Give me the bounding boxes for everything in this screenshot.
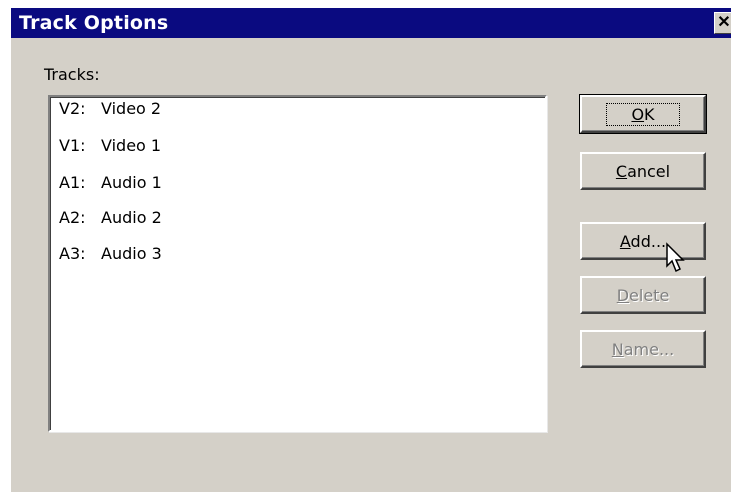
list-item[interactable]: V2: Video 2 <box>59 97 161 121</box>
title-bar[interactable]: Track Options ✕ <box>11 8 731 38</box>
name-button-label: Name... <box>611 339 675 359</box>
tracks-label: Tracks: <box>44 65 100 84</box>
ok-button[interactable]: OK <box>579 94 707 134</box>
track-code: A1: <box>59 173 86 192</box>
track-name: Audio 2 <box>101 208 162 227</box>
cancel-button[interactable]: Cancel <box>580 152 706 190</box>
track-name: Video 1 <box>101 136 162 155</box>
list-item[interactable]: V1: Video 1 <box>59 134 161 158</box>
track-options-dialog: Track Options ✕ Tracks: V2: Video 2 V1: Vi… <box>10 8 731 492</box>
track-name: Video 2 <box>101 99 162 118</box>
add-button[interactable]: Add... <box>580 222 706 260</box>
delete-button-label: Delete <box>616 285 670 305</box>
close-icon[interactable]: ✕ <box>714 12 731 34</box>
track-code: A2: <box>59 208 86 227</box>
background-edge <box>0 0 10 492</box>
window-title: Track Options <box>19 12 169 34</box>
list-item[interactable]: A3: Audio 3 <box>59 242 162 266</box>
track-code: V1: <box>59 136 86 155</box>
track-code: A3: <box>59 244 86 263</box>
track-name: Audio 3 <box>101 244 162 263</box>
ok-button-label: OK <box>606 102 680 126</box>
mouse-pointer-icon <box>666 242 685 273</box>
list-item[interactable]: A1: Audio 1 <box>59 171 162 195</box>
cancel-button-label: Cancel <box>615 161 671 181</box>
track-name: Audio 1 <box>101 173 162 192</box>
list-item[interactable]: A2: Audio 2 <box>59 206 162 230</box>
name-button[interactable]: Name... <box>580 330 706 368</box>
add-button-label: Add... <box>619 231 667 251</box>
track-code: V2: <box>59 99 86 118</box>
delete-button[interactable]: Delete <box>580 276 706 314</box>
tracks-listbox[interactable]: V2: Video 2 V1: Video 1 A1: Audio 1 A2: Audi… <box>48 95 547 432</box>
